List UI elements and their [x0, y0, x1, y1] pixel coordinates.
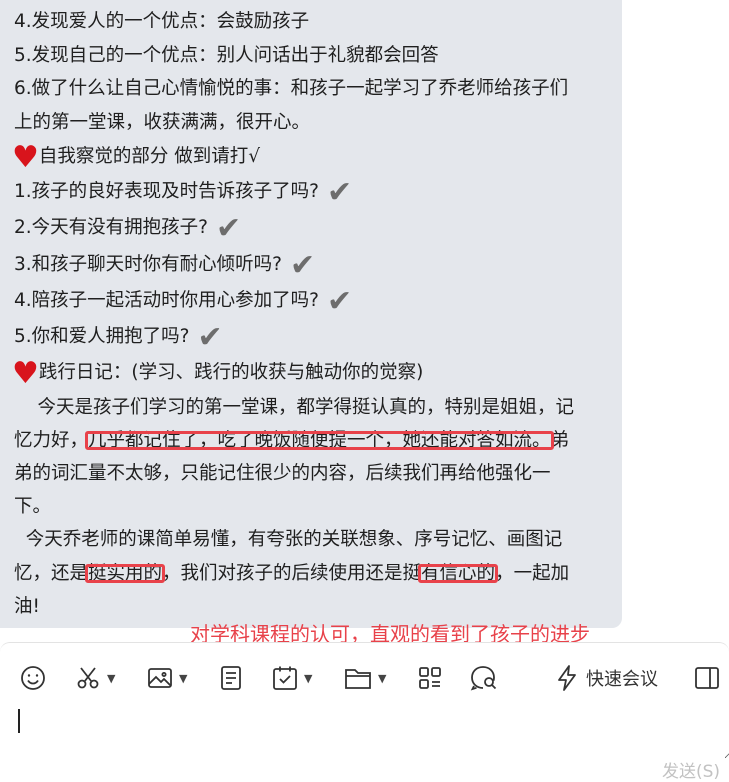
sidebar-toggle-button[interactable]	[694, 661, 720, 695]
checklist-item: 2.今天有没有拥抱孩子?	[14, 217, 208, 238]
emoji-button[interactable]	[20, 661, 46, 695]
checklist-item: 5.你和爱人拥抱了吗?	[14, 326, 190, 347]
chevron-down-icon[interactable]: ▼	[179, 672, 187, 685]
text-span: 忆，还是	[14, 563, 89, 584]
quick-meeting-button[interactable]: 快速会议	[556, 661, 658, 695]
checkmark-icon: ✔	[326, 284, 353, 319]
message-line: 1.孩子的良好表现及时告诉孩子了吗? ✔	[14, 175, 353, 210]
heart-icon: ♥	[12, 356, 39, 391]
highlighted-phrase: 挺实用的	[88, 563, 163, 584]
toolbar: ▼ ▼ ▼ ▼ 快速会议	[0, 661, 729, 695]
message-line: 今天乔老师的课简单易懂，有夸张的关联想象、序号记忆、画图记	[14, 529, 563, 550]
section-heading-awareness: 自我察觉的部分 做到请打√	[38, 146, 261, 167]
message-line: 5.发现自己的一个优点：别人问话出于礼貌都会回答	[14, 45, 439, 66]
checkmark-icon: ✔	[289, 248, 316, 283]
message-line: ♥自我察觉的部分 做到请打√	[12, 140, 261, 175]
message-line: ♥践行日记：(学习、践行的收获与触动你的觉察)	[12, 356, 424, 391]
message-line: 5.你和爱人拥抱了吗? ✔	[14, 320, 223, 355]
screenshot-button[interactable]: ▼	[75, 661, 115, 695]
scissors-icon	[77, 667, 99, 689]
checklist-item: 4.陪孩子一起活动时你用心参加了吗?	[14, 290, 319, 311]
chat-area: 4.发现爱人的一个优点：会鼓励孩子 5.发现自己的一个优点：别人问话出于礼貌都会…	[0, 0, 729, 646]
message-line: 6.做了什么让自己心情愉悦的事：和孩子一起学习了乔老师给孩子们	[14, 78, 569, 99]
highlighted-phrase: 有信心的	[421, 563, 496, 584]
message-line: 下。	[14, 496, 52, 517]
chevron-down-icon[interactable]: ▼	[304, 672, 312, 685]
message-input[interactable]	[0, 695, 729, 759]
checkmark-icon: ✔	[197, 320, 223, 355]
message-line: 2.今天有没有拥抱孩子? ✔	[14, 211, 242, 246]
document-button[interactable]	[219, 661, 243, 695]
text-cursor	[18, 709, 20, 733]
chat-search-icon	[470, 666, 497, 691]
message-line: 忆，还是挺实用的，我们对孩子的后续使用还是挺有信心的，一起加	[14, 557, 569, 590]
message-line: 忆力好，几乎都记住了，吃了晚饭随便提一个，她还能对答如流。弟	[14, 424, 569, 457]
input-panel: ▼ ▼ ▼ ▼ 快速会议 发送(S)	[0, 642, 729, 782]
heart-icon: ♥	[12, 140, 39, 175]
quick-meeting-label: 快速会议	[586, 669, 658, 690]
calendar-check-icon	[273, 666, 297, 690]
checkmark-icon: ✔	[215, 211, 242, 246]
folder-button[interactable]: ▼	[344, 661, 386, 695]
checklist-item: 3.和孩子聊天时你有耐心倾听吗?	[14, 254, 282, 275]
checklist-item: 1.孩子的良好表现及时告诉孩子了吗?	[14, 181, 319, 202]
lightning-icon	[558, 665, 576, 691]
text-span: ，我们对孩子的后续使用还是挺	[162, 563, 422, 584]
message-line: 油!	[14, 596, 40, 617]
chat-search-button[interactable]	[470, 661, 498, 695]
message-bubble: 4.发现爱人的一个优点：会鼓励孩子 5.发现自己的一个优点：别人问话出于礼貌都会…	[0, 0, 622, 628]
message-line: 3.和孩子聊天时你有耐心倾听吗? ✔	[14, 248, 316, 283]
apps-button[interactable]	[417, 661, 443, 695]
sidebar-icon	[695, 667, 719, 689]
message-line: 今天是孩子们学习的第一堂课，都学得挺认真的，特别是姐姐，记	[14, 397, 575, 418]
checkmark-icon: ✔	[326, 175, 353, 210]
message-line: 4.发现爱人的一个优点：会鼓励孩子	[14, 11, 310, 32]
image-button[interactable]: ▼	[147, 661, 187, 695]
message-line: 弟的词汇量不太够，只能记住很少的内容，后续我们再给他强化一	[14, 463, 551, 484]
emoji-icon	[21, 666, 45, 690]
chevron-down-icon[interactable]: ▼	[107, 672, 115, 685]
message-line: 上的第一堂课，收获满满，很开心。	[14, 112, 311, 133]
section-heading-diary: 践行日记：(学习、践行的收获与触动你的觉察)	[38, 362, 424, 383]
folder-icon	[345, 669, 371, 689]
document-icon	[221, 666, 241, 690]
highlighted-phrase: 几乎都记住了，吃了晚饭随便提一个，她还能对答如流。	[88, 430, 551, 451]
schedule-button[interactable]: ▼	[272, 661, 312, 695]
text-span: 忆力好，	[14, 430, 89, 451]
send-button[interactable]: 发送(S)	[662, 757, 720, 782]
text-span: ，一起加	[495, 563, 570, 584]
message-line: 4.陪孩子一起活动时你用心参加了吗? ✔	[14, 284, 353, 319]
apps-icon	[419, 667, 441, 689]
chevron-down-icon[interactable]: ▼	[378, 672, 386, 685]
image-icon	[148, 668, 172, 688]
